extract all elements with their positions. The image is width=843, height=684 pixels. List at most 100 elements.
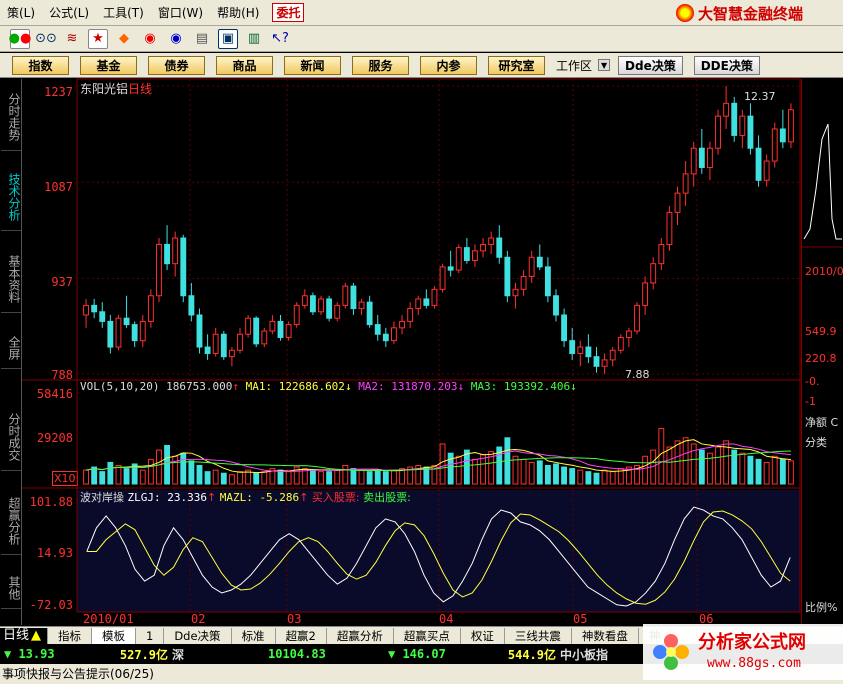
candle-body <box>350 285 357 310</box>
period-selector[interactable]: 日线 ▲ <box>0 627 48 644</box>
candle-body <box>318 298 324 313</box>
candle-body <box>180 237 187 297</box>
tab-three-line[interactable]: 三线共震 <box>505 627 572 644</box>
mini-v1: 549.9 <box>805 325 837 338</box>
candle-body <box>261 330 268 345</box>
volume-bar <box>536 460 543 485</box>
up-arrow-icon: ↑ <box>206 491 217 504</box>
tab-standard[interactable]: 标准 <box>232 627 276 644</box>
tab-indicator[interactable]: 指标 <box>48 627 92 644</box>
volume-bar <box>382 471 389 485</box>
volume-bar <box>147 458 154 485</box>
candle-body <box>788 109 794 143</box>
volume-bar <box>544 465 551 485</box>
tab-1[interactable]: 1 <box>136 627 165 644</box>
mini-date: 2010/0 <box>805 265 843 278</box>
volume-bar <box>172 455 179 485</box>
high-price-label: 12.37 <box>744 90 776 103</box>
candle-body <box>706 147 713 168</box>
volume-bar <box>463 449 470 485</box>
vol-value: 186753.000 <box>166 380 233 393</box>
volume-bar <box>715 446 721 485</box>
volume-bar <box>196 465 203 485</box>
down-arrow-icon: ↓ <box>570 380 577 393</box>
mini-net: 净额 C <box>805 416 839 429</box>
candle-body <box>334 304 341 319</box>
tab-profit-analysis[interactable]: 超赢分析 <box>327 627 394 644</box>
tab-template[interactable]: 模板 <box>92 627 136 644</box>
candle-body <box>480 243 486 252</box>
volume-bar <box>220 472 227 485</box>
period-label: 日线 <box>128 82 153 96</box>
candle-body <box>399 320 405 329</box>
candle-body <box>237 333 243 351</box>
tab-warrant[interactable]: 权证 <box>461 627 505 644</box>
volume-bar <box>593 472 600 485</box>
candle-body <box>536 256 543 268</box>
candle-body <box>374 324 381 335</box>
candle-body <box>245 317 252 335</box>
candle-body <box>164 243 171 265</box>
down-arrow-icon: ↓ <box>344 380 352 393</box>
volume-bar <box>569 468 576 485</box>
volume-bar <box>520 458 527 485</box>
candle-body <box>771 128 778 162</box>
volume-bar <box>779 458 786 485</box>
volume-bar <box>253 472 260 485</box>
volume-bar <box>585 471 592 485</box>
candle-body <box>463 247 470 261</box>
candle-body <box>625 330 632 338</box>
low-price-label: 7.88 <box>625 368 650 381</box>
candle-body <box>650 263 657 284</box>
volume-bar <box>674 440 681 485</box>
chart-canvas[interactable] <box>0 0 843 684</box>
tab-magic-watch[interactable]: 神数看盘 <box>572 627 639 644</box>
flower-logo-icon <box>653 634 689 670</box>
ind-zlgj: ZLGJ: 23.336 <box>127 491 207 504</box>
candle-body <box>593 356 600 367</box>
tab-dde-decision[interactable]: Dde决策 <box>164 627 232 644</box>
volume-bar <box>642 455 649 485</box>
candle-body <box>439 266 446 290</box>
candle-body <box>228 349 235 358</box>
mini-chart <box>802 123 843 248</box>
mini-v3: -0. <box>805 375 820 388</box>
volume-bar <box>212 469 219 485</box>
status-market-1: 深 <box>172 647 185 662</box>
candle-body <box>674 192 681 213</box>
candle-body <box>723 102 730 117</box>
tab-profit-buypoint[interactable]: 超赢买点 <box>394 627 461 644</box>
candle-body <box>309 295 316 313</box>
tab-profit2[interactable]: 超赢2 <box>276 627 327 644</box>
volume-bar <box>342 465 349 485</box>
candle-body <box>188 295 195 316</box>
volume-bar <box>561 466 568 485</box>
candle-body <box>431 288 438 306</box>
volume-bar <box>156 449 162 485</box>
volume-bar <box>204 471 211 485</box>
volume-bar <box>391 469 397 485</box>
volume-bar <box>83 469 89 485</box>
x-tick: 02 <box>191 612 206 626</box>
candle-body <box>544 266 551 297</box>
candle-body <box>747 115 754 149</box>
vol-name: VOL(5,10,20) <box>80 380 160 393</box>
volume-bar <box>237 471 243 485</box>
volume-bar <box>439 443 446 485</box>
candle-body <box>447 266 454 271</box>
candle-body <box>715 115 721 149</box>
ind-sell: 卖出股票: <box>363 491 411 504</box>
indicator-legend: 波对岸操 ZLGJ: 23.336↑ MAZL: -5.286↑ 买入股票: 卖… <box>80 489 411 505</box>
candle-body <box>569 340 576 354</box>
candle-body <box>520 276 527 290</box>
volume-bar <box>180 452 187 485</box>
x-tick: 2010/01 <box>83 612 134 626</box>
volume-bar <box>609 471 616 485</box>
volume-bar <box>139 469 146 485</box>
candle-body <box>91 304 98 313</box>
candle-body <box>739 115 746 136</box>
candle-body <box>577 346 584 354</box>
status-change-2: ▼ 146.07 <box>388 647 446 661</box>
volume-bar <box>658 428 665 485</box>
candle-body <box>423 298 430 306</box>
